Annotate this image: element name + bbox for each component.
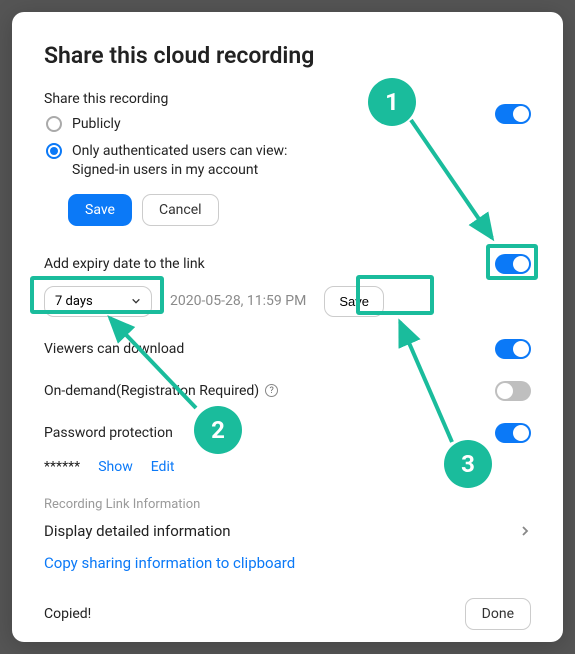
radio-publicly-label: Publicly	[72, 115, 121, 134]
expiry-label: Add expiry date to the link	[44, 256, 205, 272]
radio-authenticated-label: Only authenticated users can view: Signe…	[72, 142, 287, 180]
radio-authenticated[interactable]	[46, 143, 62, 159]
ondemand-toggle[interactable]	[495, 381, 531, 401]
password-controls: ****** Show Edit	[44, 459, 531, 475]
ondemand-label: On-demand(Registration Required)	[44, 383, 259, 399]
password-label: Password protection	[44, 425, 173, 441]
password-masked: ******	[44, 459, 80, 475]
copied-label: Copied!	[44, 606, 91, 622]
cancel-button[interactable]: Cancel	[142, 194, 219, 226]
save-button[interactable]: Save	[68, 194, 132, 226]
password-show-link[interactable]: Show	[98, 459, 133, 475]
modal-title: Share this cloud recording	[44, 42, 531, 69]
chevron-down-icon	[131, 296, 141, 306]
password-toggle[interactable]	[495, 423, 531, 443]
password-row-header: Password protection	[44, 417, 531, 449]
share-recording-modal: Share this cloud recording Share this re…	[12, 12, 563, 642]
radio-auth-line2: Signed-in users in my account	[72, 161, 287, 180]
display-detail-label: Display detailed information	[44, 522, 231, 540]
ondemand-row: On-demand(Registration Required) ?	[44, 375, 531, 407]
radio-authenticated-row[interactable]: Only authenticated users can view: Signe…	[44, 142, 531, 180]
modal-footer: Copied! Done	[44, 598, 531, 630]
expiry-controls: 7 days 2020-05-28, 11:59 PM Save	[44, 286, 531, 317]
radio-publicly[interactable]	[46, 116, 62, 132]
share-enabled-toggle[interactable]	[495, 104, 531, 124]
radio-auth-line1: Only authenticated users can view:	[72, 142, 287, 161]
display-detail-row[interactable]: Display detailed information	[44, 522, 531, 540]
expiry-toggle[interactable]	[495, 254, 531, 274]
expiry-save-button[interactable]: Save	[324, 286, 384, 317]
share-visibility-group: Publicly Only authenticated users can vi…	[44, 115, 531, 180]
share-recording-label: Share this recording	[44, 91, 531, 107]
expiry-select-value: 7 days	[55, 294, 93, 309]
recording-link-info-label: Recording Link Information	[44, 497, 531, 512]
password-edit-link[interactable]: Edit	[151, 459, 175, 475]
expiry-timestamp: 2020-05-28, 11:59 PM	[170, 293, 306, 309]
share-toggle-row	[495, 98, 531, 130]
viewers-download-label: Viewers can download	[44, 341, 184, 357]
chevron-right-icon	[519, 525, 531, 537]
copy-sharing-link[interactable]: Copy sharing information to clipboard	[44, 554, 531, 572]
expiry-duration-select[interactable]: 7 days	[44, 286, 152, 317]
done-button[interactable]: Done	[465, 598, 531, 630]
help-icon[interactable]: ?	[265, 384, 278, 397]
viewers-download-row: Viewers can download	[44, 333, 531, 365]
radio-publicly-row[interactable]: Publicly	[44, 115, 531, 134]
expiry-row-header: Add expiry date to the link	[44, 248, 531, 280]
viewers-download-toggle[interactable]	[495, 339, 531, 359]
visibility-buttons: Save Cancel	[68, 194, 531, 226]
